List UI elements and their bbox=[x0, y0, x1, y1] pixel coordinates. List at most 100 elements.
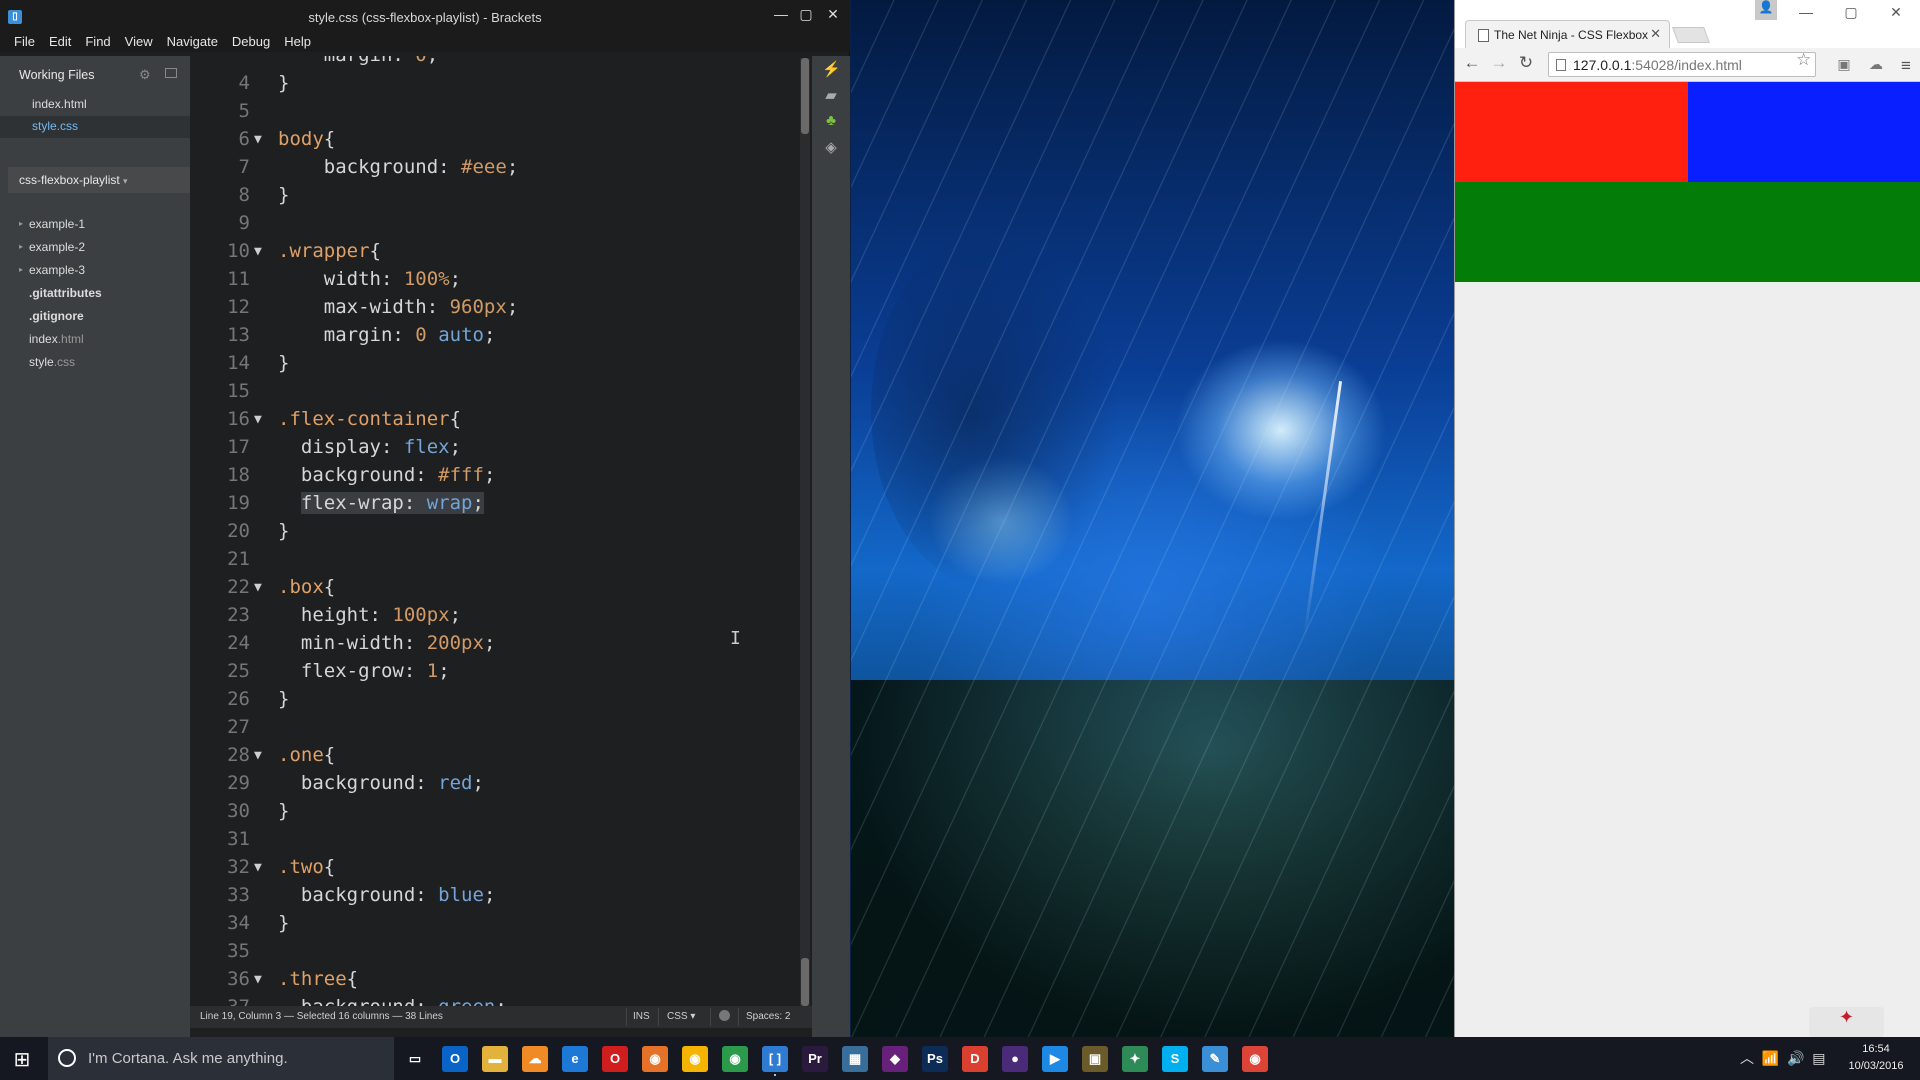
app-feather-taskbar-icon[interactable]: ✎ bbox=[1202, 1046, 1228, 1072]
premiere-taskbar-icon[interactable]: Pr bbox=[802, 1046, 828, 1072]
close-button[interactable]: ✕ bbox=[822, 6, 844, 26]
editor-scrollbar[interactable] bbox=[800, 58, 810, 1006]
edge-taskbar-icon[interactable]: e bbox=[562, 1046, 588, 1072]
code-line[interactable]: .one{ bbox=[278, 744, 335, 766]
layers-icon[interactable]: ◈ bbox=[822, 138, 840, 156]
code-line[interactable]: .flex-container{ bbox=[278, 408, 461, 430]
code-line[interactable]: background: blue; bbox=[278, 884, 496, 906]
windows-start-icon[interactable]: ⊞ bbox=[10, 1047, 34, 1071]
cortana-search[interactable]: I'm Cortana. Ask me anything. bbox=[48, 1037, 394, 1080]
brackets-taskbar-icon[interactable]: [ ] bbox=[762, 1046, 788, 1072]
extension-icon[interactable]: ▣ bbox=[1835, 56, 1853, 74]
code-line[interactable]: flex-wrap: wrap; bbox=[278, 492, 484, 514]
code-line[interactable]: margin: 0; bbox=[278, 56, 438, 66]
code-line[interactable]: flex-grow: 1; bbox=[278, 660, 450, 682]
gear-icon[interactable]: ⚙ bbox=[139, 67, 151, 83]
code-editor[interactable]: margin: 0; 4} 5 6 ▼ body{7 background: #eee; 8… bbox=[190, 56, 810, 1006]
menu-view[interactable]: View bbox=[118, 30, 160, 49]
code-line[interactable]: } bbox=[278, 912, 289, 934]
app-circle-taskbar-icon[interactable]: ● bbox=[1002, 1046, 1028, 1072]
close-button[interactable]: ✕ bbox=[1885, 4, 1907, 21]
notifications-icon[interactable]: ▤ bbox=[1812, 1050, 1825, 1066]
tree-folder[interactable]: ▸ example-1 bbox=[0, 214, 190, 236]
folder-caret-icon[interactable]: ▸ bbox=[19, 219, 23, 228]
close-tab-icon[interactable]: ✕ bbox=[1650, 26, 1661, 42]
fold-arrow-icon[interactable]: ▼ bbox=[254, 132, 262, 147]
extension-icon[interactable]: ♣ bbox=[822, 112, 840, 130]
chrome-canary-taskbar-icon[interactable]: ◉ bbox=[682, 1046, 708, 1072]
menu-icon[interactable]: ≡ bbox=[1897, 56, 1915, 75]
extension-manager-icon[interactable]: ▰ bbox=[822, 86, 840, 104]
code-line[interactable]: } bbox=[278, 800, 289, 822]
menu-find[interactable]: Find bbox=[78, 30, 117, 49]
fold-arrow-icon[interactable]: ▼ bbox=[254, 412, 262, 427]
onedrive-taskbar-icon[interactable]: ☁ bbox=[522, 1046, 548, 1072]
fold-arrow-icon[interactable]: ▼ bbox=[254, 748, 262, 763]
skype-taskbar-icon[interactable]: S bbox=[1162, 1046, 1188, 1072]
app-green-taskbar-icon[interactable]: ✦ bbox=[1122, 1046, 1148, 1072]
fold-arrow-icon[interactable]: ▼ bbox=[254, 972, 262, 987]
tree-folder[interactable]: ▸ example-2 bbox=[0, 237, 190, 259]
visual-studio-taskbar-icon[interactable]: ◆ bbox=[882, 1046, 908, 1072]
minimize-button[interactable]: — bbox=[1795, 4, 1817, 20]
code-line[interactable]: max-width: 960px; bbox=[278, 296, 519, 318]
photoshop-taskbar-icon[interactable]: Ps bbox=[922, 1046, 948, 1072]
code-line[interactable]: width: 100%; bbox=[278, 268, 461, 290]
tree-folder[interactable]: ▸ example-3 bbox=[0, 260, 190, 282]
menu-edit[interactable]: Edit bbox=[42, 30, 78, 49]
network-icon[interactable]: 📶 bbox=[1762, 1050, 1779, 1066]
back-icon[interactable]: ← bbox=[1461, 53, 1483, 75]
code-line[interactable]: background: #eee; bbox=[278, 156, 519, 178]
page-info-icon[interactable] bbox=[1556, 59, 1566, 71]
show-hidden-icon[interactable]: ︿ bbox=[1740, 1050, 1754, 1066]
code-line[interactable]: .box{ bbox=[278, 576, 335, 598]
code-line[interactable]: } bbox=[278, 72, 289, 94]
app-generic-taskbar-icon[interactable]: ▦ bbox=[842, 1046, 868, 1072]
menu-help[interactable]: Help bbox=[277, 30, 318, 49]
maximize-button[interactable]: ▢ bbox=[1840, 4, 1862, 21]
tree-file[interactable]: .gitignore bbox=[0, 306, 190, 328]
linter-status-icon[interactable] bbox=[719, 1010, 730, 1021]
live-preview-icon[interactable]: ⚡ bbox=[822, 60, 841, 78]
project-dropdown[interactable]: css-flexbox-playlist ▾ bbox=[8, 167, 190, 193]
code-line[interactable]: } bbox=[278, 688, 289, 710]
code-line[interactable]: } bbox=[278, 520, 289, 542]
code-line[interactable]: } bbox=[278, 184, 289, 206]
tree-file[interactable]: style.css bbox=[0, 352, 190, 374]
address-bar[interactable]: 127.0.0.1:54028/index.html bbox=[1548, 52, 1816, 77]
folder-caret-icon[interactable]: ▸ bbox=[19, 242, 23, 251]
menu-file[interactable]: File bbox=[0, 30, 42, 49]
clock[interactable]: 16:54 10/03/2016 bbox=[1836, 1041, 1916, 1075]
split-view-icon[interactable] bbox=[165, 68, 177, 78]
fold-arrow-icon[interactable]: ▼ bbox=[254, 580, 262, 595]
fold-arrow-icon[interactable]: ▼ bbox=[254, 244, 262, 259]
menu-navigate[interactable]: Navigate bbox=[160, 30, 225, 49]
maximize-button[interactable]: ▢ bbox=[795, 6, 817, 26]
code-line[interactable]: margin: 0 auto; bbox=[278, 324, 496, 346]
code-line[interactable]: background: #fff; bbox=[278, 464, 496, 486]
code-line[interactable]: display: flex; bbox=[278, 436, 461, 458]
forward-icon[interactable]: → bbox=[1488, 53, 1510, 75]
minimize-button[interactable]: — bbox=[770, 6, 792, 26]
tree-file[interactable]: .gitattributes bbox=[0, 283, 190, 305]
code-line[interactable]: background: green; bbox=[278, 996, 507, 1006]
chrome-taskbar-icon[interactable]: ◉ bbox=[722, 1046, 748, 1072]
cloud-extension-icon[interactable]: ☁ bbox=[1867, 56, 1885, 74]
code-line[interactable]: .two{ bbox=[278, 856, 335, 878]
profile-icon[interactable]: 👤 bbox=[1755, 0, 1777, 20]
code-line[interactable]: background: red; bbox=[278, 772, 484, 794]
fold-arrow-icon[interactable]: ▼ bbox=[254, 860, 262, 875]
code-line[interactable]: .wrapper{ bbox=[278, 240, 381, 262]
reload-icon[interactable]: ↻ bbox=[1515, 53, 1537, 75]
code-line[interactable]: height: 100px; bbox=[278, 604, 461, 626]
firefox-taskbar-icon[interactable]: ◉ bbox=[642, 1046, 668, 1072]
scrollbar-thumb-lower[interactable] bbox=[801, 958, 809, 1006]
app-terminal-taskbar-icon[interactable]: ▣ bbox=[1082, 1046, 1108, 1072]
working-file-index[interactable]: index.html bbox=[0, 94, 190, 116]
indent-spaces[interactable]: Spaces: 2 bbox=[746, 1011, 790, 1022]
tree-file[interactable]: index.html bbox=[0, 329, 190, 351]
scrollbar-thumb[interactable] bbox=[801, 58, 809, 134]
opera-taskbar-icon[interactable]: O bbox=[602, 1046, 628, 1072]
outlook-taskbar-icon[interactable]: O bbox=[442, 1046, 468, 1072]
bookmark-star-icon[interactable]: ☆ bbox=[1796, 50, 1811, 70]
